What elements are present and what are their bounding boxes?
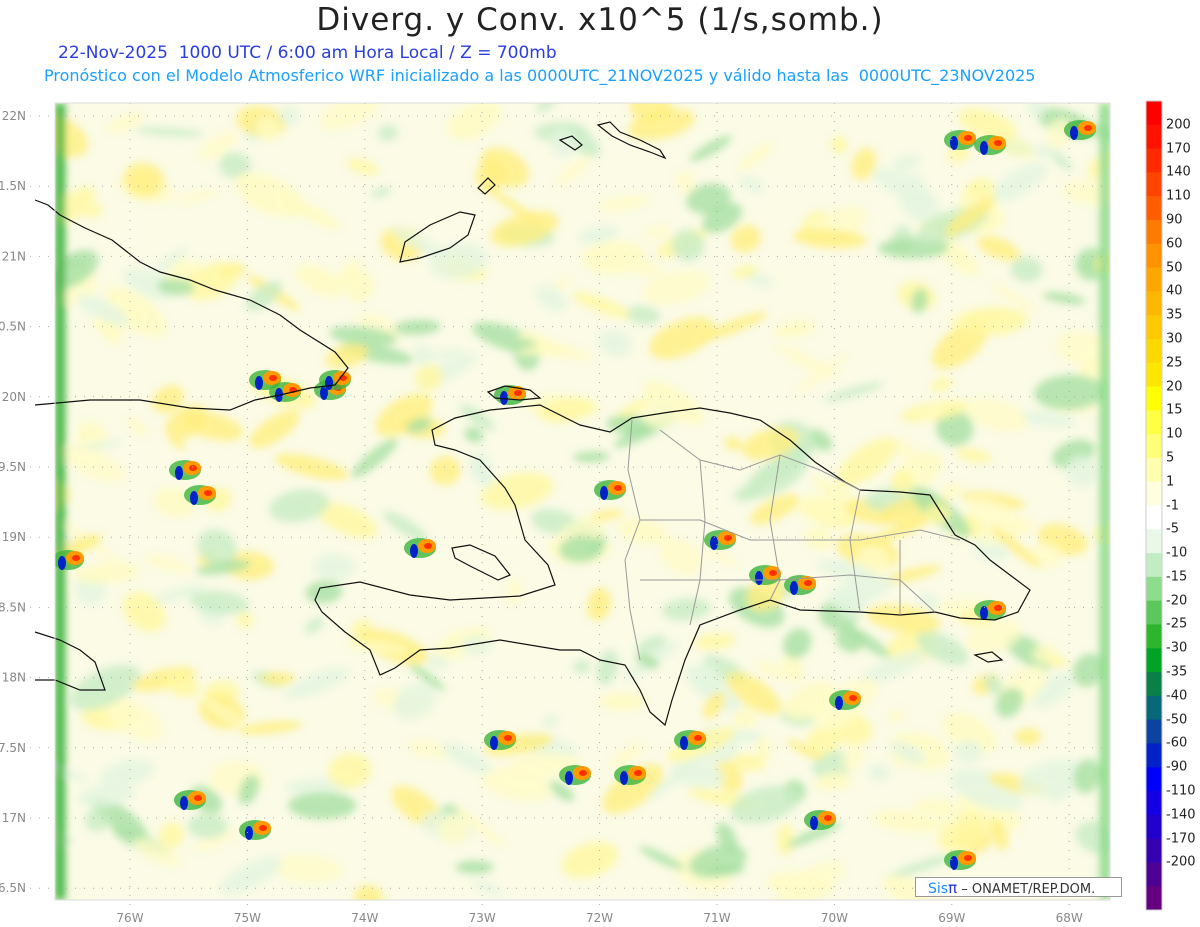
lon-label: 75W: [234, 911, 261, 925]
colorbar-bin: [1146, 719, 1162, 744]
colorbar-label: -200: [1166, 854, 1196, 870]
colorbar-bin: [1146, 672, 1162, 697]
colorbar-label: -50: [1166, 712, 1188, 728]
lon-label: 76W: [116, 911, 143, 925]
lon-label: 69W: [938, 911, 965, 925]
credit-pi: π: [948, 879, 958, 897]
lon-label: 70W: [821, 911, 848, 925]
colorbar-bin: [1146, 243, 1162, 269]
colorbar-bin: [1146, 624, 1162, 649]
colorbar-label: 40: [1166, 283, 1183, 299]
colorbar-label: 25: [1166, 355, 1183, 371]
lon-label: 74W: [351, 911, 378, 925]
lat-label: 6.5N: [0, 881, 26, 895]
colorbar-label: -170: [1166, 831, 1196, 847]
lon-label: 72W: [586, 911, 613, 925]
colorbar-label: 50: [1166, 260, 1183, 276]
chart-title: Diverg. y Conv. x10^5 (1/s,somb.): [316, 2, 884, 38]
lat-label: 17N: [2, 811, 26, 825]
credit-sis: Sis: [928, 881, 949, 897]
colorbar-label: -10: [1166, 545, 1188, 561]
divergence-field: [55, 103, 1110, 900]
colorbar-bin: [1146, 219, 1162, 245]
colorbar-label: -35: [1166, 664, 1188, 680]
colorbar-label: 35: [1166, 307, 1183, 323]
colorbar-bin: [1146, 196, 1162, 221]
forecast-time: 22-Nov-2025 1000 UTC / 6:00 am Hora Loca…: [58, 43, 557, 63]
lat-label: 21N: [2, 249, 26, 263]
colorbar-bin: [1146, 386, 1162, 411]
colorbar-label: 110: [1166, 188, 1191, 204]
map-figure: 22N 1.5N 21N 0.5N 20N 9.5N 19N 8.5N 18N 7.5N 17N 6.…: [0, 100, 1163, 925]
colorbar-bin: [1146, 529, 1162, 554]
colorbar-bin: [1146, 338, 1162, 364]
colorbar-label: 10: [1166, 426, 1183, 442]
colorbar-label: -30: [1166, 640, 1188, 656]
colorbar-label: 15: [1166, 402, 1183, 418]
lat-label: 19N: [2, 530, 26, 544]
colorbar-label: 30: [1166, 331, 1183, 347]
colorbar-bin: [1146, 838, 1162, 863]
credit-text: – ONAMET/REP.DOM.: [957, 882, 1096, 897]
colorbar-label: -90: [1166, 759, 1188, 775]
colorbar-label: -40: [1166, 688, 1188, 704]
colorbar-label: 1: [1166, 474, 1175, 490]
colorbar-bin: [1146, 553, 1162, 578]
lat-label: 22N: [2, 109, 26, 123]
colorbar-bin: [1146, 291, 1162, 316]
credit-box: Sisπ – ONAMET/REP.DOM.: [915, 877, 1122, 897]
lon-label: 71W: [703, 911, 730, 925]
colorbar-label: -140: [1166, 807, 1196, 823]
lat-label: 0.5N: [0, 320, 26, 334]
colorbar-bin: [1146, 743, 1162, 768]
lat-label: 1.5N: [0, 179, 26, 193]
colorbar-bin: [1146, 481, 1162, 506]
colorbar-bin: [1146, 315, 1162, 340]
colorbar-label: 170: [1166, 141, 1191, 157]
colorbar-bin: [1146, 862, 1162, 887]
colorbar-bin: [1146, 767, 1162, 792]
colorbar-bin: [1146, 576, 1162, 602]
colorbar-label: 60: [1166, 236, 1183, 252]
colorbar-bin: [1146, 505, 1162, 530]
colorbar-bin: [1146, 648, 1162, 673]
colorbar-label: -60: [1166, 735, 1188, 751]
colorbar-bin: [1146, 101, 1162, 126]
colorbar-label: 90: [1166, 212, 1183, 228]
lat-label: 18N: [2, 671, 26, 685]
colorbar-label: -1: [1166, 498, 1179, 513]
lat-label: 20N: [2, 390, 26, 404]
colorbar-label: -15: [1166, 569, 1188, 585]
colorbar-bin: [1146, 267, 1162, 292]
lat-label: 7.5N: [0, 741, 26, 755]
colorbar-bin: [1146, 457, 1162, 483]
colorbar-bin: [1146, 814, 1162, 840]
colorbar-label: 5: [1166, 450, 1175, 466]
colorbar-label: -20: [1166, 593, 1188, 609]
colorbar-bin: [1146, 695, 1162, 721]
lat-label: 9.5N: [0, 460, 26, 474]
colorbar-bin: [1146, 791, 1162, 816]
colorbar-label: 20: [1166, 379, 1183, 395]
colorbar-label: -5: [1166, 521, 1179, 537]
colorbar-bin: [1146, 600, 1162, 625]
colorbar-label: -25: [1166, 616, 1188, 632]
colorbar-bin: [1146, 172, 1162, 197]
lon-label: 68W: [1056, 911, 1083, 925]
lat-label: 8.5N: [0, 600, 26, 614]
colorbar-bin: [1146, 362, 1162, 388]
colorbar-bin: [1146, 124, 1162, 150]
colorbar-label: -110: [1166, 783, 1196, 799]
colorbar-bin: [1146, 886, 1162, 911]
model-info: Pronóstico con el Modelo Atmosferico WRF…: [44, 66, 1036, 85]
colorbar: [1145, 100, 1163, 911]
colorbar-label: 140: [1166, 164, 1191, 180]
colorbar-bin: [1146, 148, 1162, 173]
colorbar-bin: [1146, 434, 1162, 459]
colorbar-bin: [1146, 410, 1162, 435]
colorbar-label: 200: [1166, 117, 1191, 133]
lon-label: 73W: [469, 911, 496, 925]
